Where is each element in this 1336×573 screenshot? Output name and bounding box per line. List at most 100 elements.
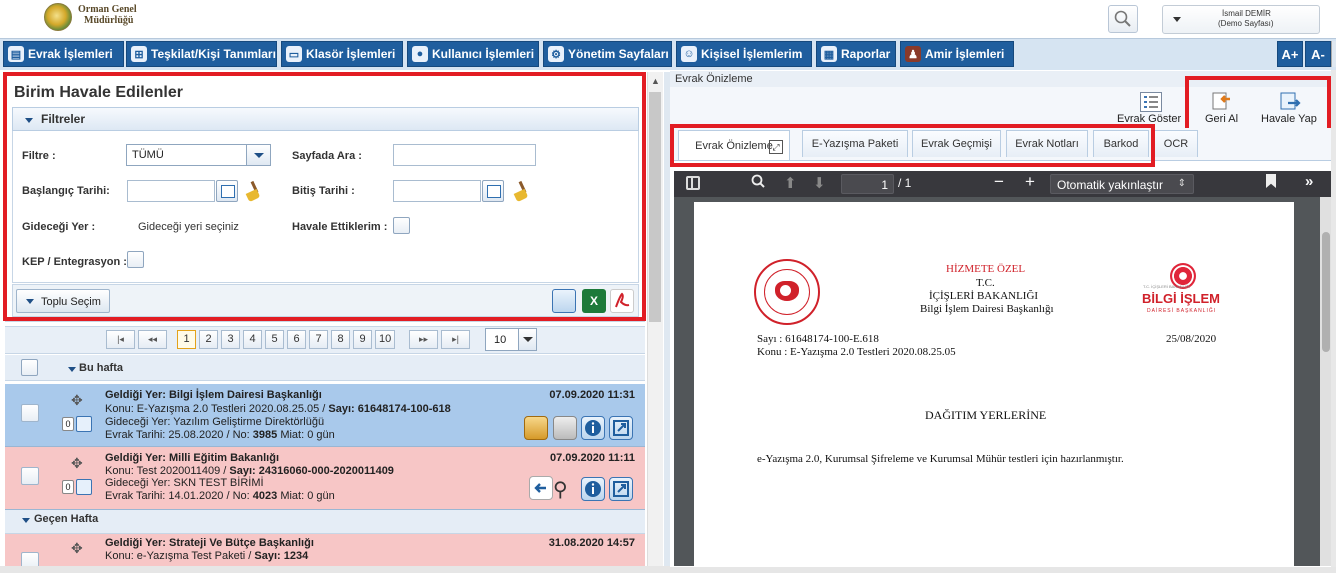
certificate-folder-icon[interactable] (524, 416, 548, 440)
pager-page-3[interactable]: 3 (221, 330, 240, 349)
page-number-input[interactable]: 1 (841, 174, 894, 194)
document-icon[interactable] (76, 479, 92, 495)
scroll-up-icon[interactable]: ▲ (651, 76, 660, 86)
font-increase-button[interactable]: A+ (1277, 41, 1303, 67)
filters-header[interactable]: Filtreler (12, 107, 639, 131)
menu-teskilat[interactable]: ⊞ Teşkilat/Kişi Tanımları (126, 41, 277, 67)
show-document-button[interactable]: Evrak Göster (1117, 113, 1181, 125)
filter-select[interactable]: TÜMÜ (126, 144, 271, 166)
pager-page-2[interactable]: 2 (199, 330, 218, 349)
pager-page-8[interactable]: 8 (331, 330, 350, 349)
chevron-down-icon (1173, 17, 1181, 22)
row-checkbox[interactable] (21, 552, 39, 566)
pager-page-1[interactable]: 1 (177, 330, 196, 349)
calendar-icon[interactable] (482, 180, 504, 202)
zoom-out-icon[interactable]: − (994, 172, 1004, 192)
list-item[interactable]: ✥ 0 Geldiği Yer: Milli Eğitim Bakanlığı … (5, 447, 645, 510)
pager-last[interactable]: ▸| (441, 330, 470, 349)
horizontal-scrollbar[interactable] (0, 566, 1336, 573)
export-document-icon[interactable] (552, 289, 576, 313)
menu-kisisel[interactable]: ☺ Kişisel İşlemlerim (676, 41, 812, 67)
move-icon[interactable]: ✥ (71, 392, 83, 409)
pager-prev[interactable]: ◂◂ (138, 330, 167, 349)
menu-yonetim[interactable]: ⚙ Yönetim Sayfaları (543, 41, 672, 67)
move-icon[interactable]: ✥ (71, 455, 83, 472)
bulk-select-button[interactable]: Toplu Seçim (16, 289, 110, 313)
menu-klasor[interactable]: ▭ Klasör İşlemleri (281, 41, 403, 67)
preview-header: Evrak Önizleme (670, 71, 1336, 87)
pager-page-6[interactable]: 6 (287, 330, 306, 349)
show-document-icon[interactable] (1140, 92, 1162, 112)
list-item[interactable]: ✥ 0 Geldiği Yer: Bilgi İşlem Dairesi Baş… (5, 384, 645, 447)
menu-amir[interactable]: ♟ Amir İşlemleri (900, 41, 1014, 67)
pager-next[interactable]: ▸▸ (409, 330, 438, 349)
calendar-icon[interactable] (216, 180, 238, 202)
open-external-icon[interactable] (609, 416, 633, 440)
move-icon[interactable]: ✥ (71, 540, 83, 557)
pager-first[interactable]: |◂ (106, 330, 135, 349)
info-icon[interactable] (581, 477, 605, 501)
tools-more-icon[interactable]: » (1305, 173, 1313, 190)
take-back-button[interactable]: Geri Al (1205, 113, 1238, 125)
pager-page-4[interactable]: 4 (243, 330, 262, 349)
forward-mail-icon[interactable] (1278, 90, 1302, 112)
paperclip-icon[interactable]: ⚲ (553, 477, 568, 502)
page-search-label: Sayfada Ara : (292, 150, 362, 162)
admin-icon: ⚙ (548, 46, 564, 62)
menu-evrak-islemleri[interactable]: ▤ Evrak İşlemleri (3, 41, 124, 67)
zoom-select[interactable]: Otomatik yakınlaştır ⇕ (1050, 174, 1194, 194)
user-icon: ● (412, 46, 428, 62)
destination-picker[interactable]: Gideceği yeri seçiniz (138, 221, 239, 233)
pdf-scrollbar-thumb[interactable] (1322, 232, 1330, 352)
start-date-input[interactable] (127, 180, 215, 202)
pager-page-5[interactable]: 5 (265, 330, 284, 349)
tab-evrak-onizleme[interactable]: Evrak Önizleme ⤢ (678, 130, 790, 160)
pager-page-9[interactable]: 9 (353, 330, 372, 349)
row-checkbox[interactable] (21, 404, 39, 422)
list-item[interactable]: ✥ Geldiği Yer: Strateji Ve Bütçe Başkanl… (5, 534, 645, 566)
tab-evrak-notlari[interactable]: Evrak Notları (1006, 130, 1088, 157)
excel-export-icon[interactable]: X (582, 289, 606, 313)
right-edge-scrollbar[interactable] (1331, 70, 1336, 567)
info-icon[interactable] (581, 416, 605, 440)
tab-evrak-gecmisi[interactable]: Evrak Geçmişi (912, 130, 1001, 157)
forwarded-checkbox[interactable] (393, 217, 410, 234)
page-down-icon[interactable]: ⬇ (813, 174, 826, 192)
zoom-in-icon[interactable]: + (1025, 172, 1035, 192)
left-scrollbar-thumb[interactable] (649, 92, 661, 322)
pager-page-10[interactable]: 10 (375, 330, 396, 349)
pdf-icon (615, 292, 630, 308)
page-search-input[interactable] (393, 144, 536, 166)
menu-raporlar[interactable]: ▦ Raporlar (816, 41, 896, 67)
tab-e-yazisma-paketi[interactable]: E-Yazışma Paketi (802, 130, 908, 157)
clear-broom-icon[interactable] (244, 180, 264, 202)
seal-badge-icon[interactable] (553, 416, 577, 440)
tab-barkod[interactable]: Barkod (1093, 130, 1149, 157)
end-date-input[interactable] (393, 180, 481, 202)
group-last-week[interactable]: Geçen Hafta (34, 513, 98, 525)
page-size-select[interactable]: 10 (485, 328, 537, 351)
tab-ocr[interactable]: OCR (1154, 130, 1198, 157)
sidebar-toggle-icon[interactable] (686, 176, 700, 190)
kep-checkbox[interactable] (127, 251, 144, 268)
clear-broom-icon[interactable] (512, 180, 532, 202)
incoming-arrow-icon[interactable] (529, 476, 553, 500)
undo-icon[interactable] (1210, 90, 1232, 112)
menu-kullanici[interactable]: ● Kullanıcı İşlemleri (407, 41, 539, 67)
forward-button[interactable]: Havale Yap (1261, 113, 1317, 125)
document-icon: ▤ (8, 46, 24, 62)
document-icon[interactable] (76, 416, 92, 432)
page-up-icon[interactable]: ⬆ (784, 174, 797, 192)
row-checkbox[interactable] (21, 467, 39, 485)
select-all-checkbox[interactable] (21, 359, 38, 376)
search-icon[interactable] (750, 173, 766, 194)
pager-page-7[interactable]: 7 (309, 330, 328, 349)
row-date: 07.09.2020 11:11 (549, 452, 635, 464)
pdf-export-icon[interactable] (610, 289, 634, 313)
font-decrease-button[interactable]: A- (1305, 41, 1331, 67)
group-this-week[interactable]: Bu hafta (79, 362, 123, 374)
expand-icon[interactable]: ⤢ (769, 140, 783, 154)
chevron-down-icon (22, 518, 30, 523)
global-search-button[interactable] (1108, 5, 1138, 33)
open-external-icon[interactable] (609, 477, 633, 501)
